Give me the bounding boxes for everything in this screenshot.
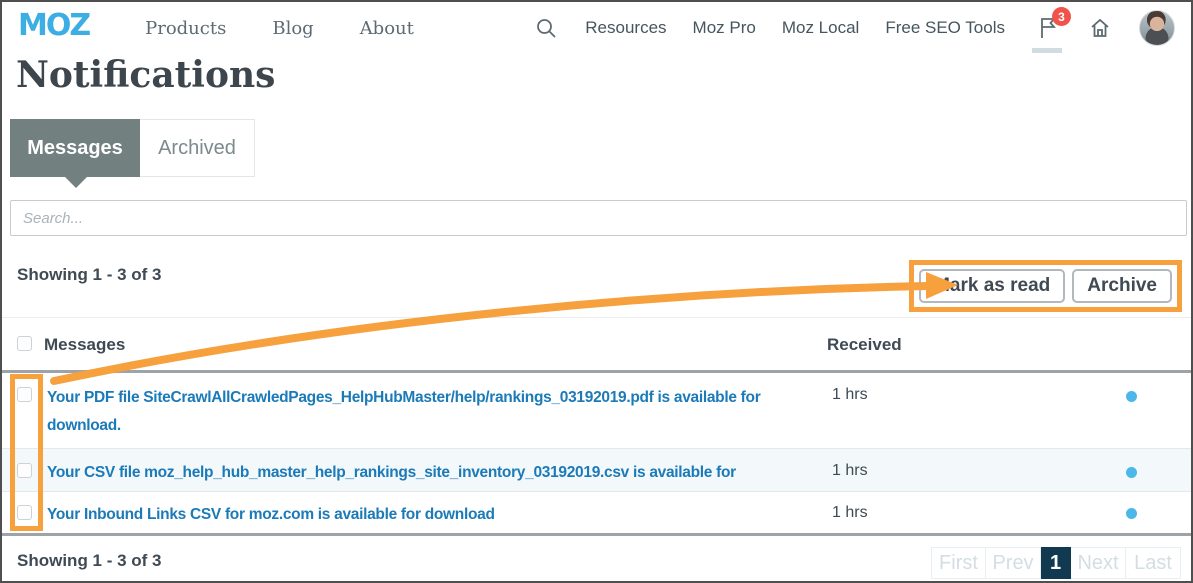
annotation-box-buttons: Mark as read Archive	[909, 260, 1182, 312]
moz-logo[interactable]: MOZ	[18, 11, 89, 41]
notification-link[interactable]: Your PDF file SiteCrawlAllCrawledPages_H…	[47, 373, 807, 440]
unread-dot	[1126, 508, 1137, 519]
primary-nav: Products Blog About	[145, 18, 414, 39]
notification-link[interactable]: Your Inbound Links CSV for moz.com is av…	[47, 492, 807, 529]
nav-item-moz-local[interactable]: Moz Local	[782, 18, 859, 38]
notifications-flag-icon[interactable]: 3	[1035, 15, 1061, 41]
pagination-first[interactable]: First	[931, 547, 986, 579]
row-checkbox[interactable]	[17, 463, 32, 478]
moz-notifications-page: MOZ Products Blog About Resources Moz Pr…	[0, 0, 1193, 583]
row-checkbox[interactable]	[17, 387, 32, 402]
received-time: 1 hrs	[832, 462, 868, 480]
home-icon[interactable]	[1087, 15, 1113, 41]
table-row: Your CSV file moz_help_hub_master_help_r…	[2, 449, 1191, 492]
received-time: 1 hrs	[832, 504, 868, 522]
page-title: Notifications	[16, 54, 275, 96]
showing-count-top: Showing 1 - 3 of 3	[17, 265, 162, 285]
mark-as-read-button[interactable]: Mark as read	[919, 269, 1065, 303]
nav-item-free-seo-tools[interactable]: Free SEO Tools	[885, 18, 1005, 38]
showing-count-bottom: Showing 1 - 3 of 3	[17, 551, 162, 571]
column-header-messages: Messages	[44, 335, 125, 355]
notifications-table: Your PDF file SiteCrawlAllCrawledPages_H…	[2, 373, 1191, 533]
notification-tabs: Messages Archived	[10, 119, 255, 177]
row-checkbox[interactable]	[17, 505, 32, 520]
nav-item-moz-pro[interactable]: Moz Pro	[693, 18, 756, 38]
table-row: Your Inbound Links CSV for moz.com is av…	[2, 492, 1191, 533]
top-navbar: MOZ Products Blog About Resources Moz Pr…	[2, 2, 1191, 54]
unread-dot	[1126, 467, 1137, 478]
search-input[interactable]	[10, 200, 1187, 236]
pagination-prev[interactable]: Prev	[986, 547, 1041, 579]
select-all-checkbox[interactable]	[17, 336, 32, 351]
nav-item-resources[interactable]: Resources	[585, 18, 666, 38]
unread-dot	[1126, 391, 1137, 402]
tab-messages[interactable]: Messages	[10, 119, 140, 177]
table-header: Messages Received	[2, 318, 1191, 370]
archive-button[interactable]: Archive	[1072, 269, 1172, 303]
pagination-page-1[interactable]: 1	[1041, 547, 1071, 579]
secondary-nav: Resources Moz Pro Moz Local Free SEO Too…	[533, 10, 1175, 46]
table-row: Your PDF file SiteCrawlAllCrawledPages_H…	[2, 373, 1191, 449]
column-header-received: Received	[827, 335, 902, 355]
received-time: 1 hrs	[832, 386, 868, 404]
pagination-last[interactable]: Last	[1126, 547, 1181, 579]
table-bottom-border	[2, 533, 1191, 536]
nav-item-blog[interactable]: Blog	[272, 18, 313, 39]
nav-item-about[interactable]: About	[360, 18, 414, 39]
tab-archived[interactable]: Archived	[140, 119, 255, 177]
nav-item-products[interactable]: Products	[145, 18, 226, 39]
avatar[interactable]	[1139, 10, 1175, 46]
search-icon[interactable]	[533, 15, 559, 41]
pagination-next[interactable]: Next	[1071, 547, 1126, 579]
active-nav-indicator	[1032, 48, 1062, 53]
notification-count-badge: 3	[1052, 7, 1071, 26]
pagination: First Prev 1 Next Last	[931, 547, 1181, 579]
